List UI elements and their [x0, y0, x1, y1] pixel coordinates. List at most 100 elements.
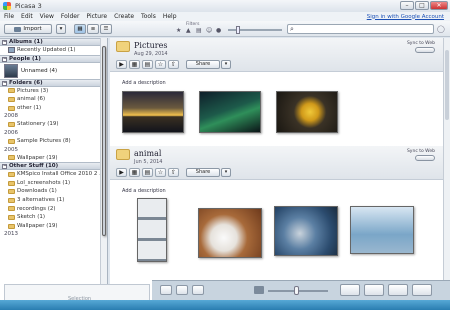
- star-icon[interactable]: ☆: [155, 168, 166, 177]
- sidebar-scrollbar[interactable]: [100, 38, 107, 300]
- sync-toggle[interactable]: [415, 47, 435, 53]
- photo-thumbnail-aurora[interactable]: [199, 91, 261, 133]
- add-description[interactable]: Add a description: [122, 80, 166, 86]
- search-icon: ⌕: [290, 25, 294, 33]
- star-icon[interactable]: ☆: [155, 60, 166, 69]
- share-button[interactable]: Share: [186, 168, 220, 177]
- tree-view-icon: ☰: [103, 26, 109, 32]
- sidebar-item-recently-updated[interactable]: Recently Updated (1): [0, 46, 107, 55]
- photo-thumbnail-sunset[interactable]: [122, 91, 184, 133]
- sidebar-item-3-alternatives[interactable]: 3 alternatives (1): [0, 196, 107, 205]
- menu-picture[interactable]: Picture: [86, 13, 107, 20]
- sidebar-item-animal[interactable]: animal (6): [0, 95, 107, 104]
- share-button[interactable]: Share: [186, 60, 220, 69]
- tags-button[interactable]: [388, 284, 408, 296]
- section-other-stuff[interactable]: − Other Stuff (10): [0, 162, 107, 171]
- view-list-button[interactable]: ≡: [87, 24, 99, 34]
- close-button[interactable]: ✕: [430, 1, 448, 10]
- photo-thumbnail-leaf[interactable]: [276, 91, 338, 133]
- sidebar-item-sample-pictures[interactable]: Sample Pictures (8): [0, 137, 107, 146]
- date-slider-thumb[interactable]: [236, 26, 240, 34]
- add-to-album-icon[interactable]: [192, 285, 204, 295]
- menu-create[interactable]: Create: [114, 13, 134, 20]
- photo-thumbnail-bird[interactable]: [350, 206, 414, 254]
- photo-thumbnail-dolphin[interactable]: [274, 206, 338, 256]
- view-library-button[interactable]: ▦: [74, 24, 86, 34]
- import-arrow-button[interactable]: ▾: [56, 24, 66, 34]
- folder-icon: [8, 88, 15, 94]
- menu-folder[interactable]: Folder: [61, 13, 80, 20]
- minimize-button[interactable]: –: [400, 1, 414, 10]
- menu-help[interactable]: Help: [163, 13, 177, 20]
- sidebar-item-sketch[interactable]: Sketch (1): [0, 213, 107, 222]
- main-scroll-thumb[interactable]: [445, 50, 449, 120]
- collapse-icon[interactable]: −: [2, 56, 7, 62]
- maximize-button[interactable]: □: [415, 1, 429, 10]
- share-dropdown-icon[interactable]: ▾: [221, 168, 231, 177]
- play-slideshow-icon[interactable]: ▶: [116, 60, 127, 69]
- print-icon[interactable]: [254, 286, 264, 294]
- menu-edit[interactable]: Edit: [21, 13, 33, 20]
- movie-icon[interactable]: ▤: [142, 168, 153, 177]
- section-folders[interactable]: − Folders (6): [0, 78, 107, 87]
- sidebar-item-unnamed[interactable]: Unnamed (4): [0, 63, 107, 79]
- menu-view[interactable]: View: [40, 13, 54, 20]
- signin-link[interactable]: Sign in with Google Account: [367, 14, 444, 20]
- people-button[interactable]: [340, 284, 360, 296]
- play-slideshow-icon[interactable]: ▶: [116, 168, 127, 177]
- collage-icon[interactable]: ▦: [129, 60, 140, 69]
- sidebar-item-downloads[interactable]: Downloads (1): [0, 187, 107, 196]
- folder-icon: [8, 214, 15, 220]
- folder-icon: [8, 171, 15, 177]
- sidebar-item-lol-screenshots[interactable]: Lol_screenshots (1): [0, 179, 107, 188]
- search-box[interactable]: ⌕: [287, 24, 434, 34]
- search-input[interactable]: [298, 26, 432, 33]
- add-description[interactable]: Add a description: [122, 188, 166, 194]
- avatar: [4, 63, 18, 78]
- collapse-icon[interactable]: −: [2, 164, 7, 170]
- album-title[interactable]: Pictures: [134, 41, 167, 50]
- upload-filter-icon[interactable]: ▲: [186, 27, 191, 34]
- clear-selection-icon[interactable]: [176, 285, 188, 295]
- main-scrollbar[interactable]: [443, 38, 450, 300]
- year-header-2008: 2008: [4, 113, 18, 120]
- sidebar-item-kmspico[interactable]: KMSpico Install Office 2010 2 ...: [0, 170, 107, 179]
- places-button[interactable]: [364, 284, 384, 296]
- hold-selection-icon[interactable]: [160, 285, 172, 295]
- face-filter-icon[interactable]: ☺: [206, 27, 212, 34]
- share-dropdown-icon[interactable]: ▾: [221, 60, 231, 69]
- photo-thumbnail-collage[interactable]: [137, 198, 167, 262]
- upload-icon[interactable]: ⇧: [168, 168, 179, 177]
- collapse-icon[interactable]: −: [2, 80, 7, 86]
- star-filter-icon[interactable]: ★: [176, 27, 181, 34]
- section-albums[interactable]: − Albums (1): [0, 38, 107, 46]
- movie-icon[interactable]: ▤: [142, 60, 153, 69]
- folder-icon: [8, 223, 15, 229]
- sidebar-item-other[interactable]: other (1): [0, 104, 107, 113]
- menu-file[interactable]: File: [4, 13, 14, 20]
- geotag-filter-icon[interactable]: ●: [216, 27, 221, 34]
- menu-tools[interactable]: Tools: [141, 13, 156, 20]
- import-button[interactable]: Import: [4, 24, 52, 34]
- sidebar-item-recordings[interactable]: recordings (2): [0, 205, 107, 214]
- upload-icon[interactable]: ⇧: [168, 60, 179, 69]
- album-title[interactable]: animal: [134, 149, 161, 158]
- album-header-pictures: Pictures Aug 29, 2014 Sync to Web ▶ ▦ ▤ …: [110, 38, 443, 72]
- sidebar-item-pictures[interactable]: Pictures (3): [0, 87, 107, 96]
- sync-toggle[interactable]: [415, 155, 435, 161]
- section-people[interactable]: − People (1): [0, 54, 107, 63]
- sidebar-item-wallpaper[interactable]: Wallpaper (19): [0, 154, 107, 163]
- search-options-icon[interactable]: ◯: [437, 25, 445, 33]
- info-button[interactable]: [412, 284, 432, 296]
- thumbnail-size-thumb[interactable]: [294, 286, 299, 295]
- sidebar-item-stationery[interactable]: Stationery (19): [0, 120, 107, 129]
- photo-thumbnail-rabbits[interactable]: [198, 208, 262, 258]
- sidebar-item-wallpaper-2[interactable]: Wallpaper (19): [0, 222, 107, 231]
- movie-filter-icon[interactable]: ▤: [196, 27, 202, 34]
- album-date: Aug 29, 2014: [134, 51, 168, 57]
- collapse-icon[interactable]: −: [2, 40, 7, 45]
- view-tree-button[interactable]: ☰: [100, 24, 112, 34]
- collage-icon[interactable]: ▦: [129, 168, 140, 177]
- sidebar-scroll-thumb[interactable]: [102, 46, 106, 236]
- menu-bar: File Edit View Folder Picture Create Too…: [0, 12, 450, 21]
